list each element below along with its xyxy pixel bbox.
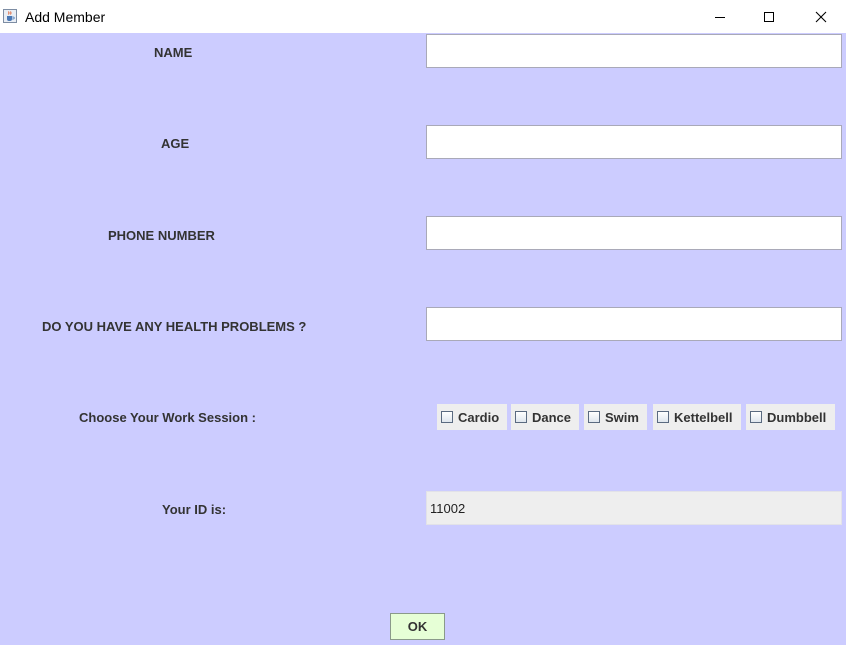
cardio-checkbox[interactable]: Cardio bbox=[437, 404, 507, 430]
maximize-button[interactable] bbox=[746, 0, 792, 33]
checkbox-icon bbox=[515, 411, 527, 423]
minimize-icon bbox=[715, 16, 725, 18]
checkbox-icon bbox=[657, 411, 669, 423]
checkbox-icon bbox=[588, 411, 600, 423]
ok-button[interactable]: OK bbox=[390, 613, 445, 640]
cardio-label: Cardio bbox=[458, 409, 500, 425]
java-cup-icon bbox=[3, 9, 17, 23]
health-label: DO YOU HAVE ANY HEALTH PROBLEMS ? bbox=[42, 319, 307, 334]
id-value: 11002 bbox=[430, 500, 466, 516]
close-icon bbox=[815, 11, 827, 22]
minimize-button[interactable] bbox=[697, 0, 743, 33]
kettelbell-label: Kettelbell bbox=[674, 409, 733, 425]
dumbbell-checkbox[interactable]: Dumbbell bbox=[746, 404, 835, 430]
swim-checkbox[interactable]: Swim bbox=[584, 404, 647, 430]
title-bar: Add Member bbox=[0, 0, 846, 33]
maximize-icon bbox=[764, 11, 774, 22]
name-label: NAME bbox=[154, 45, 193, 60]
age-input[interactable] bbox=[426, 125, 842, 159]
dance-checkbox[interactable]: Dance bbox=[511, 404, 579, 430]
name-input[interactable] bbox=[426, 34, 842, 68]
kettelbell-checkbox[interactable]: Kettelbell bbox=[653, 404, 741, 430]
phone-label: PHONE NUMBER bbox=[108, 228, 215, 243]
health-input[interactable] bbox=[426, 307, 842, 341]
checkbox-icon bbox=[750, 411, 762, 423]
phone-input[interactable] bbox=[426, 216, 842, 250]
id-field: 11002 bbox=[426, 491, 842, 525]
checkbox-icon bbox=[441, 411, 453, 423]
dance-label: Dance bbox=[532, 409, 572, 425]
window-title: Add Member bbox=[25, 9, 106, 25]
age-label: AGE bbox=[161, 136, 190, 151]
dumbbell-label: Dumbbell bbox=[767, 409, 827, 425]
close-button[interactable] bbox=[798, 0, 844, 33]
swim-label: Swim bbox=[605, 409, 639, 425]
session-label: Choose Your Work Session : bbox=[79, 410, 256, 425]
id-label: Your ID is: bbox=[162, 502, 227, 517]
